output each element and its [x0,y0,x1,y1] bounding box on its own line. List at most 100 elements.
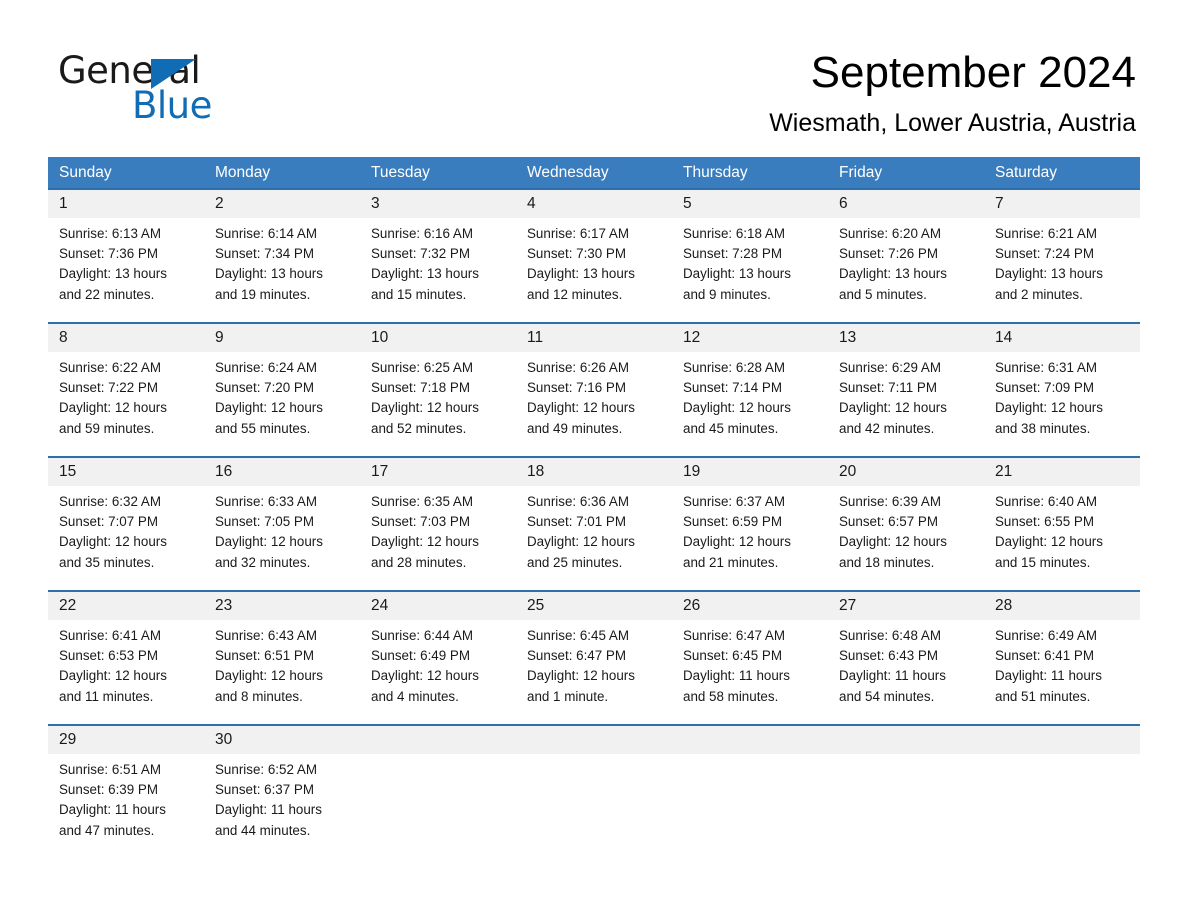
day-number-band: 15 [48,458,204,486]
day-cell[interactable]: 24 Sunrise: 6:44 AM Sunset: 6:49 PM Dayl… [360,592,516,724]
day-number: 22 [59,597,77,614]
sunrise-text: Sunrise: 6:43 AM [215,628,317,643]
day-cell[interactable]: 23 Sunrise: 6:43 AM Sunset: 6:51 PM Dayl… [204,592,360,724]
day-cell[interactable]: 21 Sunrise: 6:40 AM Sunset: 6:55 PM Dayl… [984,458,1140,590]
day-cell[interactable]: 9 Sunrise: 6:24 AM Sunset: 7:20 PM Dayli… [204,324,360,456]
sunset-text: Sunset: 7:22 PM [59,380,158,396]
sunset-text: Sunset: 6:59 PM [683,514,782,530]
daylight-text-line1: Daylight: 12 hours [59,400,167,416]
sunset-text: Sunset: 7:26 PM [839,246,938,262]
sunset-text: Sunset: 6:41 PM [995,648,1094,664]
daylight-text-line2: and 8 minutes. [215,688,303,704]
day-cell[interactable]: 7 Sunrise: 6:21 AM Sunset: 7:24 PM Dayli… [984,190,1140,322]
day-cell[interactable]: 25 Sunrise: 6:45 AM Sunset: 6:47 PM Dayl… [516,592,672,724]
sunset-text: Sunset: 6:51 PM [215,648,314,664]
general-blue-logo[interactable]: General Blue [58,52,358,132]
day-details: Sunrise: 6:41 AM Sunset: 6:53 PM Dayligh… [48,620,204,707]
day-cell[interactable]: 29 Sunrise: 6:51 AM Sunset: 6:39 PM Dayl… [48,726,204,858]
sunrise-text: Sunrise: 6:25 AM [371,360,473,375]
day-cell[interactable]: 8 Sunrise: 6:22 AM Sunset: 7:22 PM Dayli… [48,324,204,456]
day-cell[interactable]: 15 Sunrise: 6:32 AM Sunset: 7:07 PM Dayl… [48,458,204,590]
day-cell[interactable]: 10 Sunrise: 6:25 AM Sunset: 7:18 PM Dayl… [360,324,516,456]
daylight-text-line1: Daylight: 13 hours [59,266,167,282]
day-cell[interactable]: 26 Sunrise: 6:47 AM Sunset: 6:45 PM Dayl… [672,592,828,724]
daylight-text-line2: and 49 minutes. [527,420,623,436]
day-number: 14 [995,329,1013,346]
day-number-band [672,726,828,754]
day-cell[interactable]: 13 Sunrise: 6:29 AM Sunset: 7:11 PM Dayl… [828,324,984,456]
sunrise-text: Sunrise: 6:28 AM [683,360,785,375]
sunset-text: Sunset: 6:53 PM [59,648,158,664]
day-cell[interactable]: 18 Sunrise: 6:36 AM Sunset: 7:01 PM Dayl… [516,458,672,590]
week-row: 8 Sunrise: 6:22 AM Sunset: 7:22 PM Dayli… [48,322,1140,456]
sunrise-text: Sunrise: 6:32 AM [59,494,161,509]
sunset-text: Sunset: 6:49 PM [371,648,470,664]
daylight-text-line2: and 59 minutes. [59,420,155,436]
day-cell-empty [828,726,984,858]
day-cell[interactable]: 6 Sunrise: 6:20 AM Sunset: 7:26 PM Dayli… [828,190,984,322]
day-number: 25 [527,597,545,614]
day-details: Sunrise: 6:24 AM Sunset: 7:20 PM Dayligh… [204,352,360,439]
daylight-text-line1: Daylight: 13 hours [527,266,635,282]
sunset-text: Sunset: 7:05 PM [215,514,314,530]
day-number-band [516,726,672,754]
day-number: 13 [839,329,857,346]
day-number-band: 20 [828,458,984,486]
daylight-text-line2: and 21 minutes. [683,554,779,570]
day-cell[interactable]: 17 Sunrise: 6:35 AM Sunset: 7:03 PM Dayl… [360,458,516,590]
day-cell[interactable]: 30 Sunrise: 6:52 AM Sunset: 6:37 PM Dayl… [204,726,360,858]
day-cell[interactable]: 1 Sunrise: 6:13 AM Sunset: 7:36 PM Dayli… [48,190,204,322]
day-cell[interactable]: 19 Sunrise: 6:37 AM Sunset: 6:59 PM Dayl… [672,458,828,590]
day-number: 19 [683,463,701,480]
day-cell[interactable]: 27 Sunrise: 6:48 AM Sunset: 6:43 PM Dayl… [828,592,984,724]
sunset-text: Sunset: 7:16 PM [527,380,626,396]
day-cell[interactable]: 5 Sunrise: 6:18 AM Sunset: 7:28 PM Dayli… [672,190,828,322]
day-cell[interactable]: 14 Sunrise: 6:31 AM Sunset: 7:09 PM Dayl… [984,324,1140,456]
day-number-band: 13 [828,324,984,352]
day-details: Sunrise: 6:36 AM Sunset: 7:01 PM Dayligh… [516,486,672,573]
weekday-header-thursday: Thursday [683,164,748,181]
day-number: 27 [839,597,857,614]
sunrise-text: Sunrise: 6:13 AM [59,226,161,241]
day-details: Sunrise: 6:52 AM Sunset: 6:37 PM Dayligh… [204,754,360,841]
daylight-text-line2: and 32 minutes. [215,554,311,570]
day-number: 5 [683,195,692,212]
daylight-text-line1: Daylight: 13 hours [371,266,479,282]
weekday-header-row: Sunday Monday Tuesday Wednesday Thursday… [48,157,1140,188]
day-cell[interactable]: 2 Sunrise: 6:14 AM Sunset: 7:34 PM Dayli… [204,190,360,322]
sunset-text: Sunset: 7:03 PM [371,514,470,530]
day-details: Sunrise: 6:16 AM Sunset: 7:32 PM Dayligh… [360,218,516,305]
day-cell[interactable]: 4 Sunrise: 6:17 AM Sunset: 7:30 PM Dayli… [516,190,672,322]
daylight-text-line1: Daylight: 13 hours [839,266,947,282]
day-cell[interactable]: 12 Sunrise: 6:28 AM Sunset: 7:14 PM Dayl… [672,324,828,456]
day-number: 8 [59,329,68,346]
day-number-band: 6 [828,190,984,218]
day-number: 3 [371,195,380,212]
day-cell[interactable]: 11 Sunrise: 6:26 AM Sunset: 7:16 PM Dayl… [516,324,672,456]
day-cell[interactable]: 20 Sunrise: 6:39 AM Sunset: 6:57 PM Dayl… [828,458,984,590]
sunrise-text: Sunrise: 6:47 AM [683,628,785,643]
daylight-text-line2: and 44 minutes. [215,822,311,838]
sunrise-text: Sunrise: 6:37 AM [683,494,785,509]
day-number: 29 [59,731,77,748]
sunset-text: Sunset: 6:45 PM [683,648,782,664]
sunrise-text: Sunrise: 6:40 AM [995,494,1097,509]
day-cell[interactable]: 22 Sunrise: 6:41 AM Sunset: 6:53 PM Dayl… [48,592,204,724]
day-number-band [828,726,984,754]
daylight-text-line2: and 12 minutes. [527,286,623,302]
day-number-band: 14 [984,324,1140,352]
day-number-band: 16 [204,458,360,486]
day-number-band: 18 [516,458,672,486]
day-cell[interactable]: 16 Sunrise: 6:33 AM Sunset: 7:05 PM Dayl… [204,458,360,590]
day-number: 21 [995,463,1013,480]
week-row: 1 Sunrise: 6:13 AM Sunset: 7:36 PM Dayli… [48,188,1140,322]
day-number-band: 12 [672,324,828,352]
daylight-text-line2: and 9 minutes. [683,286,771,302]
sunrise-text: Sunrise: 6:44 AM [371,628,473,643]
sunset-text: Sunset: 7:20 PM [215,380,314,396]
day-cell[interactable]: 28 Sunrise: 6:49 AM Sunset: 6:41 PM Dayl… [984,592,1140,724]
day-number-band [984,726,1140,754]
day-cell[interactable]: 3 Sunrise: 6:16 AM Sunset: 7:32 PM Dayli… [360,190,516,322]
week-row: 15 Sunrise: 6:32 AM Sunset: 7:07 PM Dayl… [48,456,1140,590]
location-subtitle: Wiesmath, Lower Austria, Austria [769,109,1136,138]
